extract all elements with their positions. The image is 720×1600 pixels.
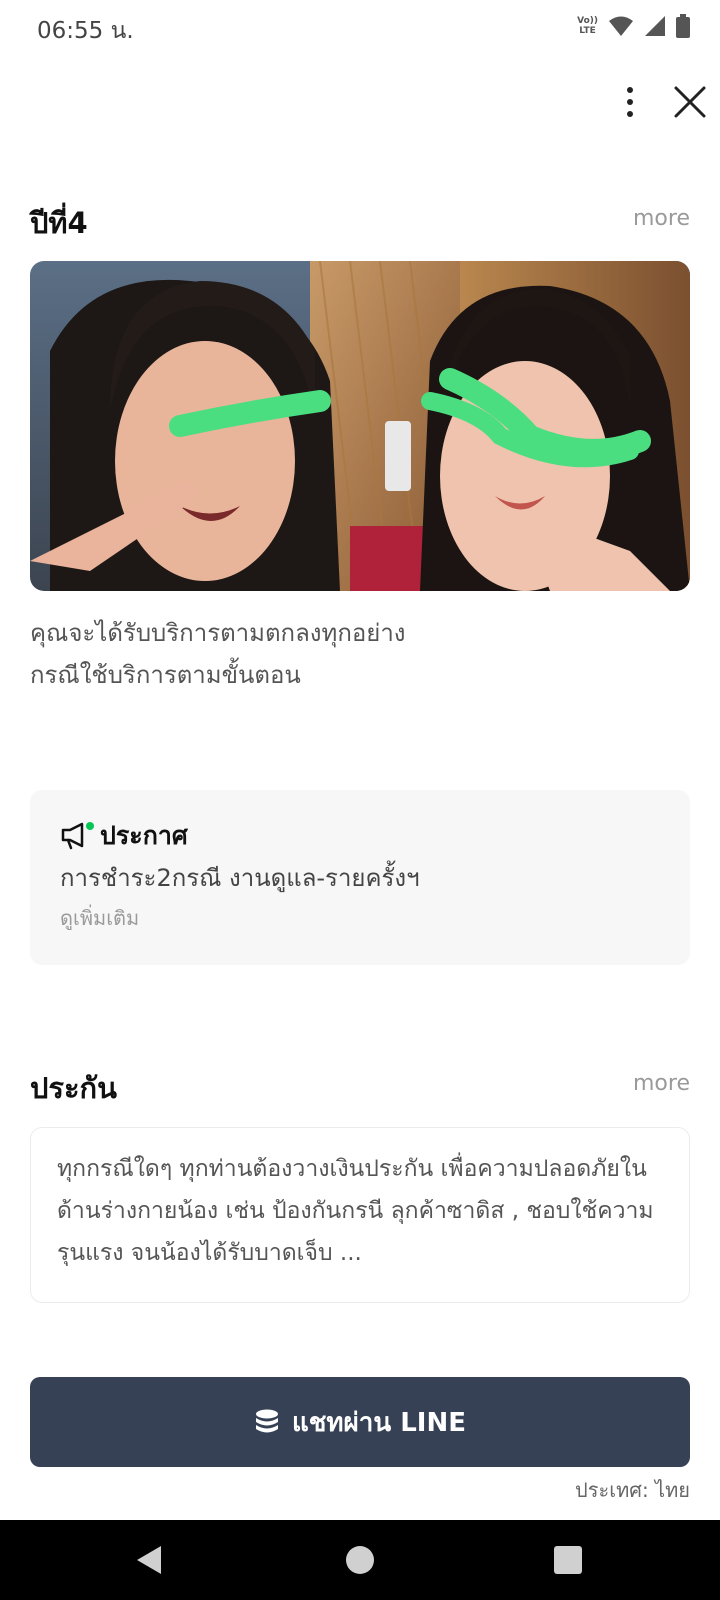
notice-card[interactable]: ประกาศ การชำระ2กรณี งานดูแล-รายครั้งฯ ดู… bbox=[30, 790, 690, 965]
top-actions bbox=[580, 78, 720, 132]
section-title: ปีที่4 bbox=[30, 206, 88, 240]
info-card[interactable]: ทุกกรณีใดๆ ทุกท่านต้องวางเงินประกัน เพื่… bbox=[30, 1127, 690, 1303]
more-vert-icon[interactable] bbox=[620, 82, 640, 122]
notice-text: การชำระ2กรณี งานดูแล-รายครั้งฯ bbox=[60, 864, 420, 892]
wifi-icon bbox=[609, 16, 633, 36]
chat-line-label: แชทผ่าน LINE bbox=[292, 1407, 466, 1438]
notice-title: ประกาศ bbox=[100, 821, 188, 850]
coins-icon bbox=[256, 1409, 279, 1433]
profile-photo[interactable] bbox=[30, 261, 690, 591]
megaphone-icon bbox=[61, 822, 94, 850]
recents-icon[interactable] bbox=[548, 1540, 588, 1580]
battery-icon bbox=[676, 14, 690, 38]
signal-icon bbox=[645, 16, 665, 36]
more-link[interactable]: more bbox=[633, 206, 690, 231]
info-text: ทุกกรณีใดๆ ทุกท่านต้องวางเงินประกัน เพื่… bbox=[57, 1156, 654, 1266]
status-time: 06:55 น. bbox=[37, 18, 134, 44]
country-label: ประเทศ: ไทย bbox=[575, 1478, 690, 1502]
home-icon[interactable] bbox=[340, 1540, 380, 1580]
description: คุณจะได้รับบริการตามตกลงทุกอย่าง กรณีใช้… bbox=[30, 612, 690, 696]
see-more-link[interactable]: ดูเพิ่มเติม bbox=[60, 902, 139, 934]
volte-icon: Vo)) LTE bbox=[577, 16, 598, 36]
status-bar: 06:55 น. Vo)) LTE bbox=[0, 0, 720, 56]
close-icon[interactable] bbox=[670, 82, 710, 122]
back-icon[interactable] bbox=[131, 1540, 171, 1580]
notice-header: ประกาศ bbox=[60, 816, 188, 856]
description-line-1: คุณจะได้รับบริการตามตกลงทุกอย่าง bbox=[30, 619, 406, 647]
section-title: ประกัน bbox=[30, 1071, 117, 1105]
status-icons: Vo)) LTE bbox=[577, 14, 690, 38]
section-header-insurance: ประกัน more bbox=[30, 1065, 690, 1105]
description-line-2: กรณีใช้บริการตามขั้นตอน bbox=[30, 661, 301, 689]
more-link[interactable]: more bbox=[633, 1071, 690, 1096]
photo-illustration bbox=[30, 261, 690, 591]
navigation-bar bbox=[0, 1520, 720, 1600]
chat-line-button[interactable]: แชทผ่าน LINE bbox=[30, 1377, 690, 1467]
section-header-year: ปีที่4 more bbox=[30, 200, 690, 240]
